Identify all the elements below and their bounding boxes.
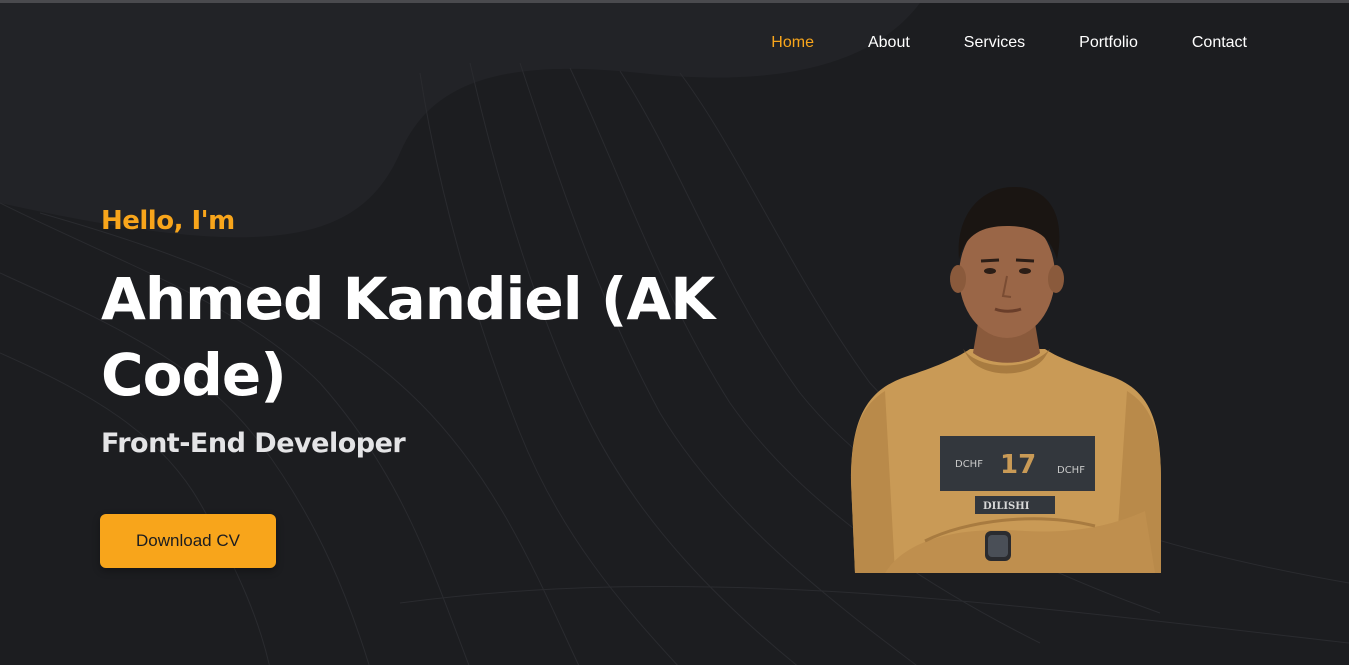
main-nav: Home About Services Portfolio Contact [771, 33, 1247, 53]
nav-portfolio[interactable]: Portfolio [1079, 33, 1138, 53]
nav-services[interactable]: Services [964, 33, 1025, 53]
profile-photo: DCHF 17 DCHF DILISHI [851, 186, 1161, 573]
shirt-brand-right: DCHF [1057, 465, 1085, 476]
nav-about[interactable]: About [868, 33, 910, 53]
page: Home About Services Portfolio Contact He… [0, 0, 1349, 665]
nav-home[interactable]: Home [771, 33, 814, 53]
download-cv-button[interactable]: Download CV [100, 514, 276, 568]
nav-contact[interactable]: Contact [1192, 33, 1247, 53]
hero-role: Front-End Developer [101, 428, 406, 459]
shirt-number: 17 [1000, 450, 1036, 480]
shirt-brand-left: DCHF [955, 459, 983, 470]
hero-text: Hello, I'm Ahmed Kandiel (AK Code) Front… [101, 201, 761, 461]
hero-greeting: Hello, I'm [101, 206, 235, 236]
shirt-text: DILISHI [983, 501, 1030, 512]
hero-name: Ahmed Kandiel (AK Code) [101, 265, 715, 409]
